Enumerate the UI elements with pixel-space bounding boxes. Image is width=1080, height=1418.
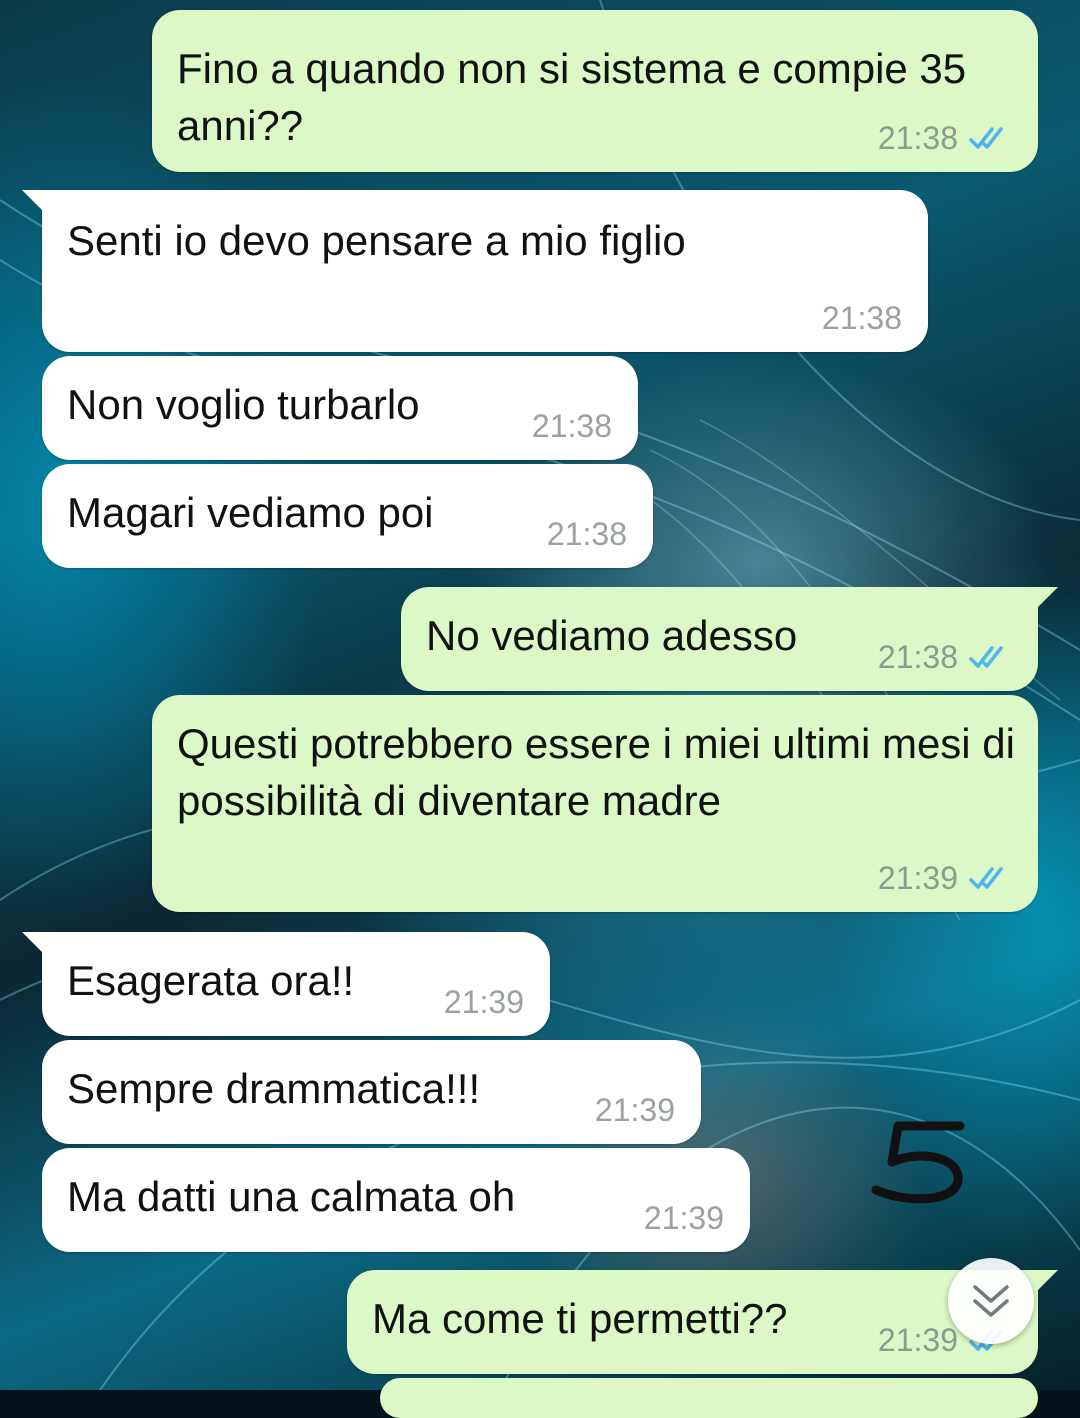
message-text: Senti io devo pensare a mio figlio [67,217,686,264]
double-check-icon [969,646,1003,668]
message-time: 21:38 [546,516,627,552]
message-time: 21:38 [877,120,958,156]
bubble-tail [22,932,48,958]
message-time: 21:38 [531,408,612,444]
handwritten-number-annotation: 5 [868,1112,965,1204]
annotation-text: 5 [868,1112,869,1113]
double-check-icon [969,867,1003,889]
bubble-tail [1032,587,1058,613]
message-bubble-outgoing[interactable]: Fino a quando non si sistema e compie 35… [152,10,1038,172]
message-text: Questi potrebbero essere i miei ultimi m… [177,720,1027,824]
message-bubble-incoming[interactable]: Sempre drammatica!!! 21:39 [42,1040,701,1144]
message-meta: 21:38 [822,298,902,338]
message-bubble-outgoing[interactable]: No vediamo adesso 21:38 [401,587,1058,691]
chevron-double-down-icon [973,1285,1009,1317]
message-time: 21:39 [443,984,524,1020]
message-meta: 21:39 [878,858,1012,898]
message-time: 21:38 [821,300,902,336]
message-bubble-outgoing-partial [380,1378,1038,1418]
message-meta: 21:38 [878,637,1012,677]
message-text: Sempre drammatica!!! [67,1065,481,1112]
message-time: 21:39 [594,1092,675,1128]
message-bubble-incoming[interactable]: Senti io devo pensare a mio figlio 21:38 [22,190,928,352]
message-bubble-incoming[interactable]: Magari vediamo poi 21:38 [42,464,653,568]
bubble-tail [1032,1270,1058,1296]
message-text: Ma datti una calmata oh [67,1173,516,1220]
message-meta: 21:38 [547,514,627,554]
message-time: 21:39 [877,1322,958,1358]
scroll-to-bottom-button[interactable] [948,1258,1034,1344]
message-bubble-outgoing[interactable]: Questi potrebbero essere i miei ultimi m… [152,695,1038,912]
message-meta: 21:38 [878,118,1012,158]
message-meta: 21:39 [444,982,524,1022]
message-time: 21:38 [877,639,958,675]
message-bubble-incoming[interactable]: Non voglio turbarlo 21:38 [42,356,638,460]
message-meta: 21:38 [532,406,612,446]
message-time: 21:39 [877,860,958,896]
message-bubble-incoming[interactable]: Esagerata ora!! 21:39 [22,932,550,1036]
message-bubble-outgoing[interactable]: Ma come ti permetti?? 21:39 [347,1270,1058,1374]
bubble-tail [22,190,48,216]
double-check-icon [969,127,1003,149]
message-bubble-incoming[interactable]: Ma datti una calmata oh 21:39 [42,1148,750,1252]
message-meta: 21:39 [595,1090,675,1130]
message-time: 21:39 [643,1200,724,1236]
message-meta: 21:39 [644,1198,724,1238]
